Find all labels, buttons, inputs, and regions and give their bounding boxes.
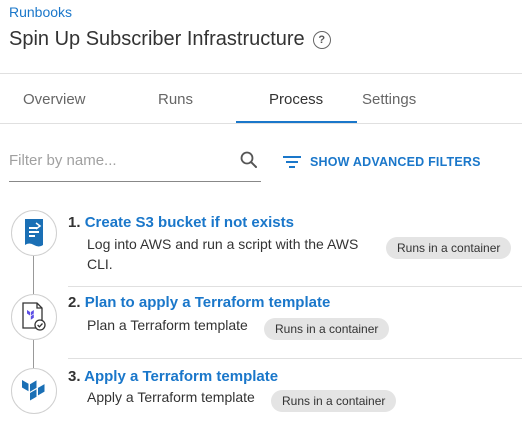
tabs-divider [0, 123, 522, 124]
step-description: Apply a Terraform template [87, 389, 255, 405]
row-divider [68, 286, 522, 287]
show-advanced-filters-button[interactable]: SHOW ADVANCED FILTERS [283, 155, 481, 169]
tab-overview[interactable]: Overview [23, 91, 86, 108]
step-number: 2. [68, 294, 81, 311]
row-divider [68, 358, 522, 359]
step-number: 1. [68, 214, 81, 231]
page-title: Spin Up Subscriber Infrastructure [9, 28, 305, 50]
title-row: Spin Up Subscriber Infrastructure ? [9, 28, 331, 51]
tab-settings[interactable]: Settings [362, 91, 416, 108]
aws-cli-icon [25, 219, 43, 247]
tab-bar: Overview Runs Process Settings [0, 74, 522, 124]
terraform-icon [22, 380, 45, 401]
filter-input[interactable] [9, 152, 229, 169]
search-icon[interactable] [239, 150, 259, 170]
step-description: Plan a Terraform template [87, 317, 248, 333]
terraform-plan-icon [22, 302, 46, 331]
step-title-link[interactable]: 3. Apply a Terraform template [68, 368, 278, 385]
step-title[interactable]: Create S3 bucket if not exists [85, 214, 294, 231]
filter-field[interactable] [9, 148, 261, 182]
runs-in-container-badge: Runs in a container [386, 237, 512, 259]
step-number: 3. [68, 368, 81, 385]
breadcrumb[interactable]: Runbooks [9, 4, 72, 20]
step-icon-circle [11, 210, 57, 256]
step-icon-circle [11, 368, 57, 414]
step-title[interactable]: Apply a Terraform template [84, 368, 278, 385]
tab-runs[interactable]: Runs [158, 91, 193, 108]
runs-in-container-badge: Runs in a container [264, 318, 390, 340]
step-title[interactable]: Plan to apply a Terraform template [85, 294, 331, 311]
step-description: Log into AWS and run a script with the A… [87, 236, 359, 272]
step-title-link[interactable]: 1. Create S3 bucket if not exists [68, 214, 294, 231]
step-title-link[interactable]: 2. Plan to apply a Terraform template [68, 294, 330, 311]
step-icon-circle [11, 294, 57, 340]
tab-process[interactable]: Process [269, 91, 323, 108]
runs-in-container-badge: Runs in a container [271, 390, 397, 412]
filter-lines-icon [283, 156, 301, 168]
advanced-filters-label: SHOW ADVANCED FILTERS [310, 155, 481, 169]
help-icon[interactable]: ? [312, 30, 331, 49]
